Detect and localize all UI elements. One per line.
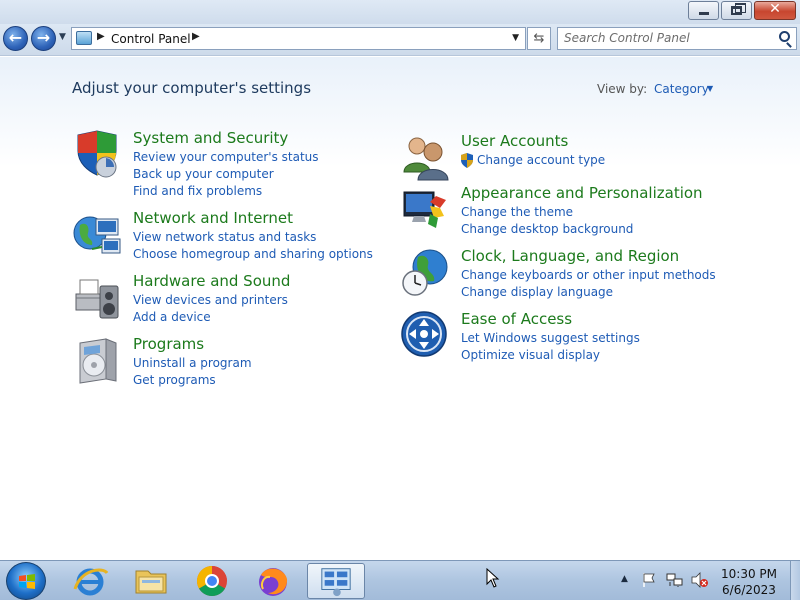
close-icon: ✕ bbox=[769, 1, 781, 17]
link-homegroup-sharing[interactable]: Choose homegroup and sharing options bbox=[133, 247, 373, 261]
taskbar-internet-explorer[interactable] bbox=[67, 563, 113, 599]
printer-speaker-icon bbox=[75, 279, 119, 319]
link-get-programs[interactable]: Get programs bbox=[133, 373, 216, 387]
maximize-button[interactable] bbox=[721, 1, 752, 20]
start-button[interactable] bbox=[6, 562, 46, 600]
link-back-up[interactable]: Back up your computer bbox=[133, 167, 274, 181]
category-system-and-security: System and Security Review your computer… bbox=[72, 129, 372, 199]
internet-explorer-icon bbox=[73, 568, 109, 596]
programs-box-icon bbox=[79, 338, 117, 384]
link-add-device[interactable]: Add a device bbox=[133, 310, 211, 324]
view-by-label: View by: bbox=[597, 82, 648, 96]
forward-button[interactable]: → bbox=[31, 26, 56, 51]
category-title[interactable]: Hardware and Sound bbox=[133, 272, 290, 290]
mouse-cursor-icon bbox=[486, 568, 500, 588]
category-title[interactable]: Programs bbox=[133, 335, 204, 353]
category-appearance-and-personalization: Appearance and Personalization Change th… bbox=[400, 184, 760, 239]
link-windows-suggest-settings[interactable]: Let Windows suggest settings bbox=[461, 331, 640, 345]
action-center-flag-icon[interactable] bbox=[641, 572, 657, 588]
refresh-button[interactable]: ⇆ bbox=[527, 27, 551, 50]
category-user-accounts: User Accounts Change account type bbox=[400, 132, 760, 181]
chevron-down-icon[interactable]: ▼ bbox=[707, 84, 713, 93]
volume-muted-icon[interactable] bbox=[691, 572, 709, 588]
control-panel-icon bbox=[321, 568, 351, 597]
breadcrumb-control-panel[interactable]: Control Panel bbox=[111, 32, 191, 46]
taskbar-firefox[interactable] bbox=[250, 563, 296, 599]
link-change-keyboards[interactable]: Change keyboards or other input methods bbox=[461, 268, 716, 282]
category-title[interactable]: User Accounts bbox=[461, 132, 568, 150]
uac-shield-icon bbox=[461, 153, 473, 168]
link-find-fix-problems[interactable]: Find and fix problems bbox=[133, 184, 262, 198]
category-clock-language-region: Clock, Language, and Region Change keybo… bbox=[400, 247, 760, 302]
category-title[interactable]: Clock, Language, and Region bbox=[461, 247, 679, 265]
taskbar: ▲ 10:30 PM 6/6/2023 bbox=[0, 560, 800, 600]
recent-pages-dropdown[interactable]: ▼ bbox=[59, 32, 66, 42]
window-controls: ✕ bbox=[686, 1, 796, 20]
breadcrumb-separator-icon[interactable]: ▶ bbox=[97, 31, 105, 42]
link-change-desktop-background[interactable]: Change desktop background bbox=[461, 222, 633, 236]
search-box bbox=[557, 27, 797, 50]
control-panel-content: Adjust your computer's settings View by:… bbox=[0, 57, 800, 560]
clock-globe-icon bbox=[402, 249, 448, 296]
search-input[interactable] bbox=[558, 28, 768, 48]
page-title: Adjust your computer's settings bbox=[72, 79, 312, 97]
clock-date: 6/6/2023 bbox=[722, 583, 776, 597]
title-bar: ✕ bbox=[0, 0, 800, 24]
taskbar-file-explorer[interactable] bbox=[128, 563, 174, 599]
category-title[interactable]: System and Security bbox=[133, 129, 288, 147]
category-hardware-and-sound: Hardware and Sound View devices and prin… bbox=[72, 272, 372, 327]
show-hidden-icons-button[interactable]: ▲ bbox=[621, 574, 628, 584]
network-status-icon[interactable] bbox=[666, 572, 684, 588]
address-bar[interactable]: ▶ Control Panel ▶ ▼ bbox=[71, 27, 526, 50]
view-by-dropdown[interactable]: Category bbox=[654, 82, 709, 96]
minimize-icon bbox=[699, 12, 709, 15]
address-dropdown-icon[interactable]: ▼ bbox=[512, 33, 519, 43]
back-button[interactable]: ← bbox=[3, 26, 28, 51]
arrow-left-icon: ← bbox=[8, 28, 23, 47]
restore-icon bbox=[731, 3, 746, 15]
file-explorer-icon bbox=[135, 570, 167, 594]
refresh-icon: ⇆ bbox=[533, 31, 545, 46]
arrow-right-icon: → bbox=[36, 28, 51, 47]
category-programs: Programs Uninstall a program Get program… bbox=[72, 335, 372, 390]
link-change-account-type[interactable]: Change account type bbox=[477, 153, 605, 167]
shield-icon bbox=[77, 130, 117, 178]
link-optimize-visual-display[interactable]: Optimize visual display bbox=[461, 348, 600, 362]
network-globe-icon bbox=[73, 216, 121, 254]
system-clock[interactable]: 10:30 PM 6/6/2023 bbox=[712, 566, 786, 598]
chrome-icon bbox=[196, 566, 227, 597]
link-change-display-language[interactable]: Change display language bbox=[461, 285, 613, 299]
taskbar-control-panel[interactable] bbox=[307, 563, 365, 599]
category-title[interactable]: Network and Internet bbox=[133, 209, 293, 227]
category-title[interactable]: Appearance and Personalization bbox=[461, 184, 703, 202]
close-button[interactable]: ✕ bbox=[754, 1, 796, 20]
category-network-and-internet: Network and Internet View network status… bbox=[72, 209, 373, 264]
minimize-button[interactable] bbox=[688, 1, 719, 20]
control-panel-address-icon bbox=[76, 31, 92, 45]
firefox-icon bbox=[259, 568, 288, 596]
users-icon bbox=[403, 137, 449, 181]
search-icon[interactable] bbox=[779, 31, 790, 42]
link-devices-printers[interactable]: View devices and printers bbox=[133, 293, 288, 307]
link-uninstall-program[interactable]: Uninstall a program bbox=[133, 356, 252, 370]
breadcrumb-separator-icon[interactable]: ▶ bbox=[192, 31, 200, 42]
category-title[interactable]: Ease of Access bbox=[461, 310, 572, 328]
link-change-theme[interactable]: Change the theme bbox=[461, 205, 573, 219]
category-ease-of-access: Ease of Access Let Windows suggest setti… bbox=[400, 310, 760, 365]
clock-time: 10:30 PM bbox=[721, 567, 777, 581]
navigation-bar: ← → ▼ ▶ Control Panel ▶ ▼ ⇆ bbox=[0, 24, 800, 56]
link-review-status[interactable]: Review your computer's status bbox=[133, 150, 319, 164]
link-network-status[interactable]: View network status and tasks bbox=[133, 230, 316, 244]
show-desktop-button[interactable] bbox=[790, 561, 800, 600]
ease-of-access-icon bbox=[401, 311, 447, 357]
windows-logo-icon bbox=[19, 574, 35, 589]
taskbar-chrome[interactable] bbox=[189, 563, 235, 599]
monitor-paint-icon bbox=[403, 191, 446, 228]
